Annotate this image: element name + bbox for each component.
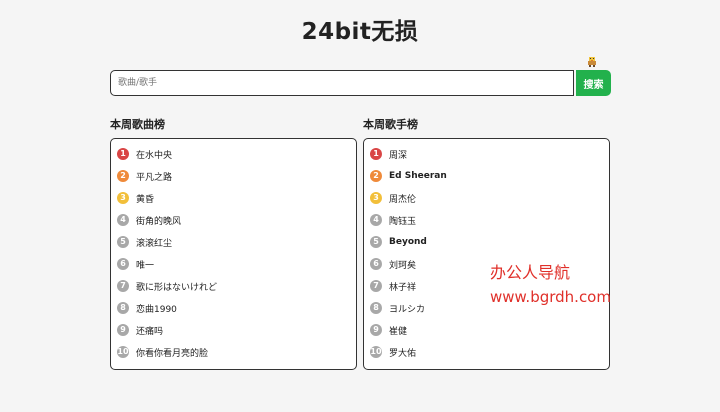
song-name[interactable]: 还痛吗 [136, 324, 163, 337]
artist-name[interactable]: 林子祥 [389, 280, 416, 293]
rank-badge: 1 [117, 148, 129, 160]
artist-name[interactable]: Ed Sheeran [389, 171, 447, 181]
rank-badge: 6 [117, 258, 129, 270]
search-bar: 搜索 [110, 70, 611, 96]
rank-badge: 4 [370, 214, 382, 226]
search-input[interactable] [110, 70, 574, 96]
artist-item[interactable]: 2 Ed Sheeran [364, 165, 609, 187]
song-name[interactable]: 黄昏 [136, 192, 154, 205]
song-item[interactable]: 3 黄昏 [111, 187, 356, 209]
rank-badge: 6 [370, 258, 382, 270]
song-chart-list: 1 在水中央 2 平凡之路 3 黄昏 4 街角的晚风 5 滚滚红尘 6 唯一 7 歌に形はないけれど 8 恋曲… [111, 139, 356, 363]
rank-badge: 2 [370, 170, 382, 182]
watermark: 办公人导航 www.bgrdh.com [490, 260, 611, 310]
artist-name[interactable]: 陶钰玉 [389, 214, 416, 227]
rank-badge: 10 [117, 346, 129, 358]
watermark-line2: www.bgrdh.com [490, 288, 611, 306]
artist-chart-panel: 1 周深 2 Ed Sheeran 3 周杰伦 4 陶钰玉 5 Beyond 6 刘珂矣 7 林子祥 8 ヨル… [363, 138, 610, 370]
song-item[interactable]: 8 恋曲1990 [111, 297, 356, 319]
rank-badge: 1 [370, 148, 382, 160]
search-button[interactable]: 搜索 [576, 70, 611, 96]
artist-name[interactable]: 罗大佑 [389, 346, 416, 359]
song-chart-panel: 1 在水中央 2 平凡之路 3 黄昏 4 街角的晚风 5 滚滚红尘 6 唯一 7 歌に形はないけれど 8 恋曲… [110, 138, 357, 370]
song-item[interactable]: 4 街角的晚风 [111, 209, 356, 231]
rank-badge: 7 [117, 280, 129, 292]
rank-badge: 10 [370, 346, 382, 358]
rank-badge: 5 [117, 236, 129, 248]
song-item[interactable]: 7 歌に形はないけれど [111, 275, 356, 297]
song-item[interactable]: 9 还痛吗 [111, 319, 356, 341]
song-item[interactable]: 6 唯一 [111, 253, 356, 275]
rank-badge: 7 [370, 280, 382, 292]
artist-chart-list: 1 周深 2 Ed Sheeran 3 周杰伦 4 陶钰玉 5 Beyond 6 刘珂矣 7 林子祥 8 ヨル… [364, 139, 609, 363]
artist-name[interactable]: Beyond [389, 237, 427, 247]
song-name[interactable]: 滚滚红尘 [136, 236, 172, 249]
page-title: 24bit无损 [301, 19, 419, 45]
watermark-line1: 办公人导航 [490, 263, 571, 282]
song-name[interactable]: 歌に形はないけれど [136, 280, 217, 293]
song-item[interactable]: 5 滚滚红尘 [111, 231, 356, 253]
song-name[interactable]: 街角的晚风 [136, 214, 181, 227]
song-item[interactable]: 10 你看你看月亮的脸 [111, 341, 356, 363]
artist-chart-title: 本周歌手榜 [363, 118, 418, 131]
artist-item[interactable]: 4 陶钰玉 [364, 209, 609, 231]
rank-badge: 8 [117, 302, 129, 314]
song-name[interactable]: 平凡之路 [136, 170, 172, 183]
artist-name[interactable]: ヨルシカ [389, 302, 425, 315]
rank-badge: 8 [370, 302, 382, 314]
song-name[interactable]: 在水中央 [136, 148, 172, 161]
song-item[interactable]: 2 平凡之路 [111, 165, 356, 187]
artist-item[interactable]: 10 罗大佑 [364, 341, 609, 363]
artist-item[interactable]: 9 崔健 [364, 319, 609, 341]
artist-item[interactable]: 5 Beyond [364, 231, 609, 253]
artist-item[interactable]: 1 周深 [364, 143, 609, 165]
rank-badge: 5 [370, 236, 382, 248]
artist-name[interactable]: 刘珂矣 [389, 258, 416, 271]
rank-badge: 2 [117, 170, 129, 182]
rank-badge: 3 [370, 192, 382, 204]
song-chart-title: 本周歌曲榜 [110, 118, 165, 131]
song-name[interactable]: 恋曲1990 [136, 302, 177, 315]
song-name[interactable]: 唯一 [136, 258, 154, 271]
artist-name[interactable]: 崔健 [389, 324, 407, 337]
artist-item[interactable]: 3 周杰伦 [364, 187, 609, 209]
rank-badge: 4 [117, 214, 129, 226]
artist-name[interactable]: 周深 [389, 148, 407, 161]
rank-badge: 9 [370, 324, 382, 336]
rank-badge: 9 [117, 324, 129, 336]
song-name[interactable]: 你看你看月亮的脸 [136, 346, 208, 359]
song-item[interactable]: 1 在水中央 [111, 143, 356, 165]
rank-badge: 3 [117, 192, 129, 204]
pixel-chick-icon [588, 57, 596, 67]
artist-name[interactable]: 周杰伦 [389, 192, 416, 205]
